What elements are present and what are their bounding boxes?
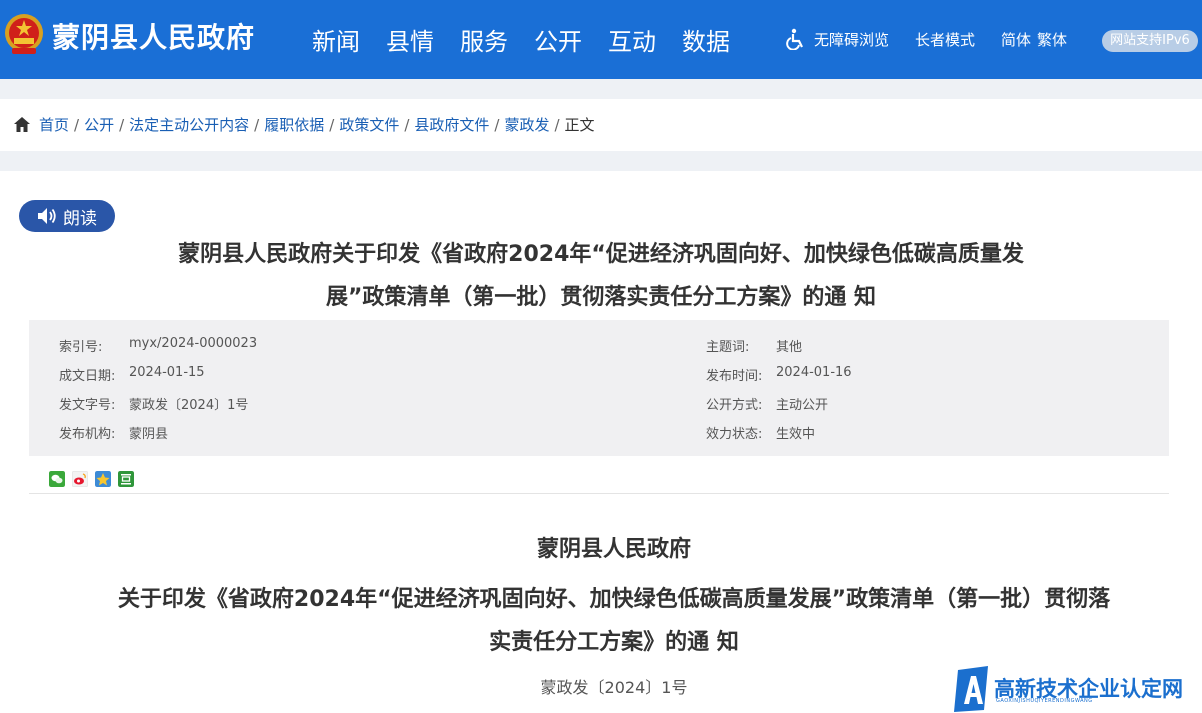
- breadcrumb-separator: /: [329, 115, 335, 134]
- nav-county-info[interactable]: 县情: [386, 22, 434, 57]
- nav-interaction[interactable]: 互动: [608, 22, 656, 57]
- accessibility-button[interactable]: 无障碍浏览: [786, 28, 889, 50]
- main-nav: 新闻 县情 服务 公开 互动 数据: [312, 22, 756, 57]
- breadcrumb-policy-docs[interactable]: 政策文件: [339, 114, 399, 135]
- nav-public[interactable]: 公开: [534, 22, 582, 57]
- document-title-line: 实责任分工方案》的通 知: [489, 630, 739, 655]
- article-card: 朗读 蒙阴县人民政府关于印发《省政府2024年“促进经济巩固向好、加快绿色低碳高…: [0, 171, 1202, 713]
- breadcrumb-mengzhengfa[interactable]: 蒙政发: [504, 114, 549, 135]
- breadcrumb-statutory-disclosure[interactable]: 法定主动公开内容: [129, 114, 249, 135]
- breadcrumb: 首页 / 公开 / 法定主动公开内容 / 履职依据 / 政策文件 / 县政府文件…: [14, 114, 595, 135]
- breadcrumb-separator: /: [554, 115, 560, 134]
- meta-index-value: myx/2024-0000023: [129, 336, 258, 351]
- meta-docno: 发文字号: 蒙政发〔2024〕1号: [59, 394, 248, 413]
- meta-index-label: 索引号:: [59, 340, 103, 355]
- meta-mode-value: 主动公开: [776, 398, 829, 413]
- site-header: 蒙阴县人民政府 新闻 县情 服务 公开 互动 数据 无障碍浏览 长者模式 简体 …: [0, 0, 1202, 79]
- home-icon: [14, 117, 30, 132]
- breadcrumb-separator: /: [404, 115, 410, 134]
- meta-mode: 公开方式: 主动公开: [706, 394, 828, 413]
- meta-pub-label: 发布时间:: [706, 369, 763, 384]
- breadcrumb-public[interactable]: 公开: [84, 114, 114, 135]
- meta-docno-value: 蒙政发〔2024〕1号: [129, 398, 249, 413]
- traditional-chinese-link[interactable]: 繁体: [1037, 29, 1067, 50]
- article-title: 蒙阴县人民政府关于印发《省政府2024年“促进经济巩固向好、加快绿色低碳高质量发…: [60, 233, 1142, 319]
- meta-date: 成文日期: 2024-01-15: [59, 365, 205, 384]
- wheelchair-icon: [786, 28, 803, 50]
- breadcrumb-separator: /: [119, 115, 125, 134]
- weibo-icon[interactable]: [72, 471, 88, 487]
- share-bar: [49, 471, 141, 487]
- meta-date-value: 2024-01-15: [129, 365, 205, 380]
- document-title: 关于印发《省政府2024年“促进经济巩固向好、加快绿色低碳高质量发展”政策清单（…: [60, 578, 1168, 664]
- nav-news[interactable]: 新闻: [312, 22, 360, 57]
- document-issuer: 蒙阴县人民政府: [536, 537, 691, 562]
- elder-mode-button[interactable]: 长者模式: [915, 29, 975, 50]
- document-metadata: 索引号: myx/2024-0000023 成文日期: 2024-01-15 发…: [29, 320, 1169, 456]
- language-switch: 简体 繁体: [1001, 29, 1067, 50]
- meta-mode-label: 公开方式:: [706, 398, 763, 413]
- meta-pub-value: 2024-01-16: [776, 365, 852, 380]
- read-aloud-button[interactable]: 朗读: [19, 200, 115, 232]
- breadcrumb-county-docs[interactable]: 县政府文件: [414, 114, 489, 135]
- breadcrumb-separator: /: [254, 115, 260, 134]
- meta-index: 索引号: myx/2024-0000023: [59, 336, 257, 355]
- meta-topic-value: 其他: [776, 340, 803, 355]
- speaker-icon: [38, 208, 56, 224]
- meta-topic: 主题词: 其他: [706, 336, 802, 355]
- meta-date-label: 成文日期:: [59, 369, 116, 384]
- meta-status-value: 生效中: [776, 427, 816, 442]
- watermark: 高新技术企业认定网 GAOXINJISHUQIYERENDINGWANG: [954, 664, 1202, 713]
- breadcrumb-bar: 首页 / 公开 / 法定主动公开内容 / 履职依据 / 政策文件 / 县政府文件…: [0, 99, 1202, 151]
- simplified-chinese-link[interactable]: 简体: [1001, 29, 1031, 50]
- meta-topic-label: 主题词:: [706, 340, 750, 355]
- nav-services[interactable]: 服务: [460, 22, 508, 57]
- read-aloud-label: 朗读: [63, 208, 97, 229]
- watermark-logo-icon: [954, 666, 988, 712]
- header-tools: 无障碍浏览 长者模式 简体 繁体: [786, 28, 1067, 50]
- qzone-icon[interactable]: [95, 471, 111, 487]
- article-title-line: 蒙阴县人民政府关于印发《省政府2024年“促进经济巩固向好、加快绿色低碳高质量发: [178, 242, 1024, 267]
- site-name[interactable]: 蒙阴县人民政府: [52, 16, 255, 56]
- meta-org-label: 发布机构:: [59, 427, 116, 442]
- watermark-subtext: GAOXINJISHUQIYERENDINGWANG: [996, 698, 1093, 704]
- accessibility-label: 无障碍浏览: [814, 30, 890, 49]
- meta-docno-label: 发文字号:: [59, 398, 116, 413]
- nav-data[interactable]: 数据: [682, 22, 730, 57]
- meta-org-value: 蒙阴县: [129, 427, 169, 442]
- breadcrumb-separator: /: [494, 115, 500, 134]
- breadcrumb-separator: /: [74, 115, 80, 134]
- national-emblem-icon: [5, 14, 43, 54]
- document-title-line: 关于印发《省政府2024年“促进经济巩固向好、加快绿色低碳高质量发展”政策清单（…: [117, 587, 1111, 612]
- meta-status: 效力状态: 生效中: [706, 423, 815, 442]
- breadcrumb-home[interactable]: 首页: [39, 114, 69, 135]
- breadcrumb-current: 正文: [564, 116, 595, 134]
- divider: [29, 493, 1169, 494]
- ipv6-badge: 网站支持IPv6: [1102, 30, 1198, 52]
- meta-status-label: 效力状态:: [706, 427, 763, 442]
- breadcrumb-duty-basis[interactable]: 履职依据: [264, 114, 324, 135]
- article-title-line: 展”政策清单（第一批）贯彻落实责任分工方案》的通 知: [325, 285, 877, 310]
- meta-org: 发布机构: 蒙阴县: [59, 423, 168, 442]
- wechat-icon[interactable]: [49, 471, 65, 487]
- meta-pub: 发布时间: 2024-01-16: [706, 365, 852, 384]
- douban-icon[interactable]: [118, 471, 134, 487]
